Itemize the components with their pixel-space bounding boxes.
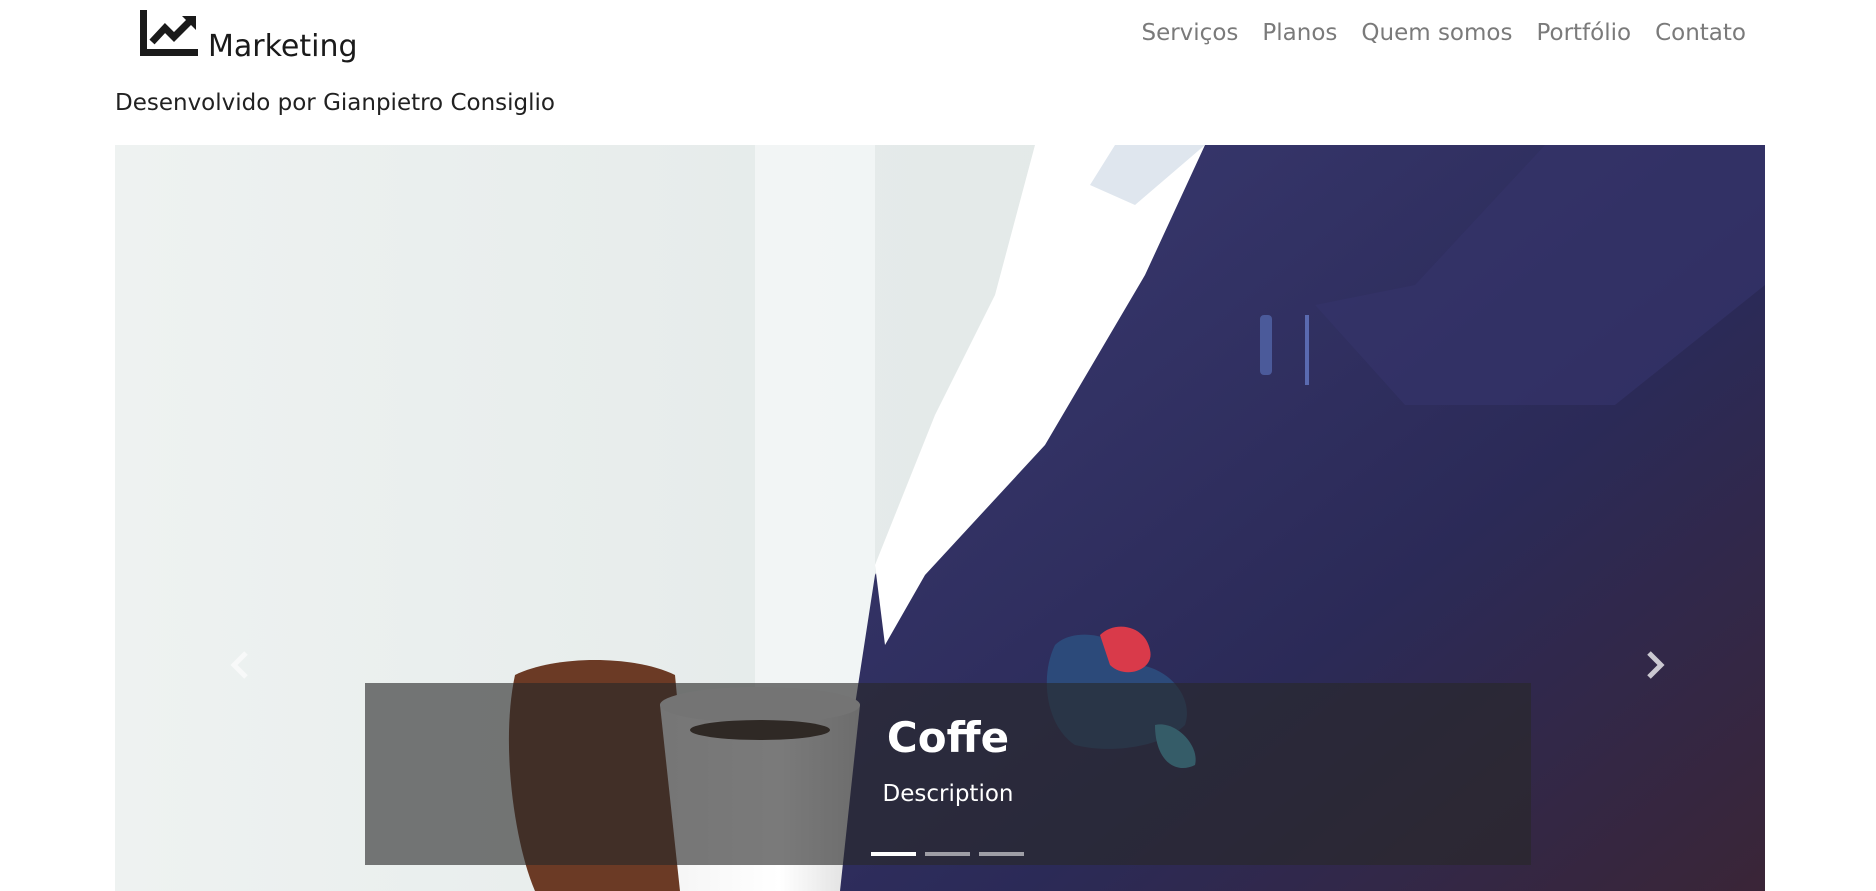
slide-title: Coffe: [886, 713, 1010, 762]
carousel-indicator-2[interactable]: [925, 852, 970, 856]
nav-link-servicos[interactable]: Serviços: [1141, 20, 1238, 46]
slide-caption: Coffe Description: [365, 683, 1531, 865]
carousel-indicator-3[interactable]: [979, 852, 1024, 856]
hero-carousel: Coffe Description: [115, 145, 1765, 891]
chevron-right-icon: [1647, 651, 1665, 679]
developer-credit: Desenvolvido por Gianpietro Consiglio: [115, 90, 555, 116]
slide-description: Description: [882, 781, 1014, 807]
chevron-left-icon: [230, 651, 248, 679]
main-nav: Serviços Planos Quem somos Portfólio Con…: [1141, 20, 1746, 46]
trending-up-chart-icon: [140, 10, 198, 56]
navbar: Marketing Serviços Planos Quem somos Por…: [0, 0, 1876, 76]
carousel-prev-button[interactable]: [225, 645, 255, 685]
nav-link-planos[interactable]: Planos: [1262, 20, 1337, 46]
carousel-indicators: [871, 852, 1024, 856]
nav-link-contato[interactable]: Contato: [1655, 20, 1746, 46]
carousel-indicator-1[interactable]: [871, 852, 916, 856]
brand-link[interactable]: Marketing: [138, 8, 358, 62]
nav-link-quem-somos[interactable]: Quem somos: [1361, 20, 1512, 46]
carousel-next-button[interactable]: [1640, 645, 1670, 685]
brand-name: Marketing: [208, 29, 358, 64]
nav-link-portfolio[interactable]: Portfólio: [1536, 20, 1631, 46]
